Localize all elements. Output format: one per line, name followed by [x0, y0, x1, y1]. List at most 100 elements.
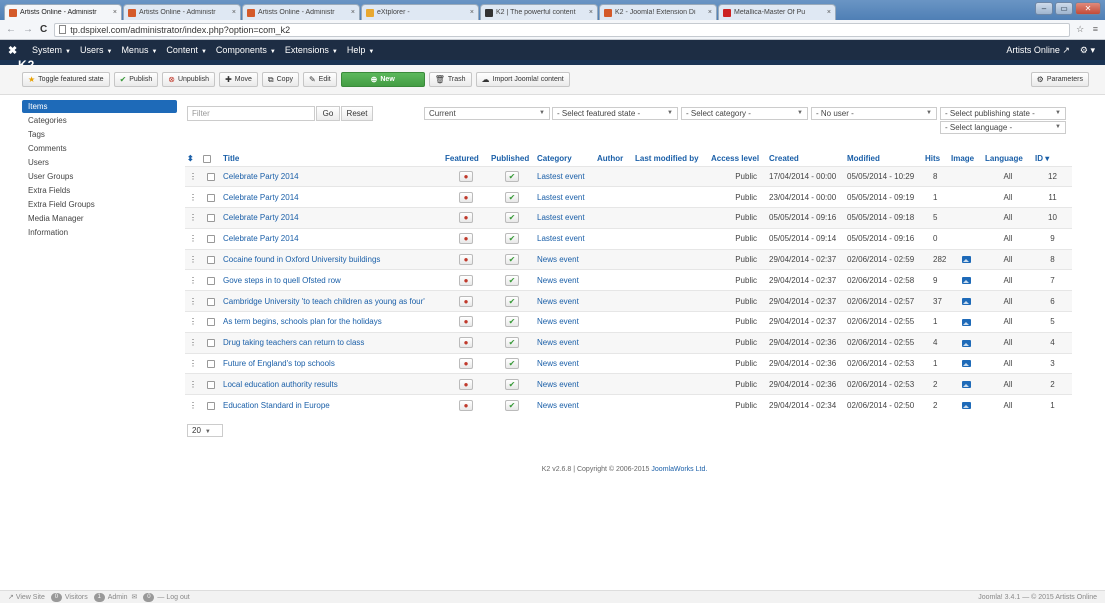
- sidebar-item-extra-field-groups[interactable]: Extra Field Groups: [22, 198, 177, 212]
- gear-icon[interactable]: ⚙ ▾: [1080, 45, 1095, 56]
- drag-handle-icon[interactable]: ⋮: [185, 186, 201, 208]
- drag-handle-icon[interactable]: ⋮: [185, 311, 201, 333]
- browser-tab[interactable]: Artists Online - Administr ×: [242, 4, 360, 20]
- published-toggle[interactable]: ✔: [489, 290, 535, 312]
- category-link[interactable]: Lastest event: [537, 172, 585, 181]
- row-checkbox[interactable]: [201, 290, 221, 312]
- go-button[interactable]: Go: [316, 106, 340, 121]
- featured-toggle[interactable]: ●: [443, 290, 489, 312]
- col-published[interactable]: Published: [489, 152, 535, 166]
- featured-toggle[interactable]: ●: [443, 248, 489, 270]
- item-title-link[interactable]: Celebrate Party 2014: [223, 234, 299, 243]
- parameters-button[interactable]: ⚙ Parameters: [1030, 72, 1089, 87]
- bookmark-star-icon[interactable]: ☆ ≡: [1076, 24, 1101, 35]
- published-toggle[interactable]: ✔: [489, 269, 535, 291]
- close-tab-icon[interactable]: ×: [470, 9, 474, 16]
- sidebar-item-tags[interactable]: Tags: [22, 128, 177, 142]
- filter-search-input[interactable]: Filter: [187, 106, 315, 121]
- category-link[interactable]: News event: [537, 317, 579, 326]
- row-checkbox[interactable]: [201, 207, 221, 229]
- publish-button[interactable]: ✔ Publish: [113, 72, 159, 87]
- move-button[interactable]: ✚ Move: [219, 72, 258, 87]
- select-all-checkbox[interactable]: [201, 152, 221, 166]
- row-checkbox[interactable]: [201, 373, 221, 395]
- admin-menu-content[interactable]: Content ▼: [166, 45, 206, 55]
- sidebar-item-categories[interactable]: Categories: [22, 114, 177, 128]
- admin-menu-extensions[interactable]: Extensions ▼: [285, 45, 338, 55]
- featured-toggle[interactable]: ●: [443, 311, 489, 333]
- col-author[interactable]: Author: [595, 152, 633, 166]
- ordering-sort-icon[interactable]: ⬍: [185, 152, 201, 166]
- featured-toggle[interactable]: ●: [443, 186, 489, 208]
- admin-menu-users[interactable]: Users ▼: [80, 45, 112, 55]
- sidebar-item-comments[interactable]: Comments: [22, 142, 177, 156]
- list-limit-select[interactable]: 20 ▼: [187, 424, 223, 437]
- close-window-button[interactable]: ✕: [1075, 2, 1101, 15]
- item-title-link[interactable]: Celebrate Party 2014: [223, 193, 299, 202]
- drag-handle-icon[interactable]: ⋮: [185, 207, 201, 229]
- item-title-link[interactable]: Education Standard in Europe: [223, 401, 330, 410]
- category-link[interactable]: News event: [537, 401, 579, 410]
- sidebar-item-items[interactable]: Items: [22, 100, 177, 113]
- sidebar-item-users[interactable]: Users: [22, 156, 177, 170]
- new-button[interactable]: ⊕ New: [340, 72, 425, 87]
- col-hits[interactable]: Hits: [923, 152, 949, 166]
- close-tab-icon[interactable]: ×: [232, 9, 236, 16]
- featured-toggle[interactable]: ●: [443, 352, 489, 374]
- col-language[interactable]: Language: [983, 152, 1033, 166]
- language-select[interactable]: - Select language - ▼: [940, 121, 1066, 134]
- featured-toggle[interactable]: ●: [443, 269, 489, 291]
- browser-tab[interactable]: Artists Online - Administr ×: [123, 4, 241, 20]
- drag-handle-icon[interactable]: ⋮: [185, 394, 201, 416]
- category-link[interactable]: Lastest event: [537, 213, 585, 222]
- trash-button[interactable]: 🗑 Trash: [428, 72, 472, 87]
- featured-toggle[interactable]: ●: [443, 227, 489, 250]
- admin-menu-menus[interactable]: Menus ▼: [121, 45, 157, 55]
- row-checkbox[interactable]: [201, 311, 221, 333]
- col-last-modified-by[interactable]: Last modified by: [633, 152, 709, 166]
- forward-icon[interactable]: →: [23, 24, 33, 35]
- category-select[interactable]: - Select category - ▼: [681, 107, 808, 120]
- drag-handle-icon[interactable]: ⋮: [185, 352, 201, 374]
- maximize-button[interactable]: ▭: [1055, 2, 1073, 15]
- trash-state-select[interactable]: Current ▼: [424, 107, 550, 120]
- unpublish-button[interactable]: ⊗ Unpublish: [162, 72, 216, 87]
- browser-tab[interactable]: Metallica-Master Of Pu ×: [718, 4, 836, 20]
- admin-menu-help[interactable]: Help ▼: [347, 45, 374, 55]
- item-title-link[interactable]: Cocaine found in Oxford University build…: [223, 255, 380, 264]
- reload-icon[interactable]: C: [40, 24, 47, 35]
- browser-tab[interactable]: eXtplorer - ×: [361, 4, 479, 20]
- edit-button[interactable]: ✎ Edit: [302, 72, 337, 87]
- row-checkbox[interactable]: [201, 227, 221, 250]
- published-toggle[interactable]: ✔: [489, 394, 535, 416]
- row-checkbox[interactable]: [201, 248, 221, 270]
- item-title-link[interactable]: Celebrate Party 2014: [223, 213, 299, 222]
- item-title-link[interactable]: Celebrate Party 2014: [223, 172, 299, 181]
- col-image[interactable]: Image: [949, 152, 983, 166]
- featured-state-select[interactable]: - Select featured state - ▼: [552, 107, 678, 120]
- published-toggle[interactable]: ✔: [489, 248, 535, 270]
- sidebar-item-information[interactable]: Information: [22, 226, 177, 240]
- published-toggle[interactable]: ✔: [489, 165, 535, 187]
- row-checkbox[interactable]: [201, 331, 221, 354]
- featured-toggle[interactable]: ●: [443, 331, 489, 354]
- item-title-link[interactable]: Gove steps in to quell Ofsted row: [223, 276, 341, 285]
- category-link[interactable]: Lastest event: [537, 193, 585, 202]
- item-title-link[interactable]: Cambridge University 'to teach children …: [223, 297, 425, 306]
- minimize-button[interactable]: –: [1035, 2, 1053, 15]
- category-link[interactable]: News event: [537, 338, 579, 347]
- featured-toggle[interactable]: ●: [443, 394, 489, 416]
- item-title-link[interactable]: Future of England's top schools: [223, 359, 335, 368]
- back-icon[interactable]: ←: [6, 24, 16, 35]
- category-link[interactable]: News event: [537, 276, 579, 285]
- row-checkbox[interactable]: [201, 186, 221, 208]
- col-title[interactable]: Title: [221, 152, 443, 166]
- col-access-level[interactable]: Access level: [709, 152, 767, 166]
- published-toggle[interactable]: ✔: [489, 311, 535, 333]
- copy-button[interactable]: ⧉ Copy: [261, 72, 299, 87]
- joomla-logo-icon[interactable]: ✖: [8, 44, 22, 57]
- sidebar-item-extra-fields[interactable]: Extra Fields: [22, 184, 177, 198]
- drag-handle-icon[interactable]: ⋮: [185, 373, 201, 395]
- item-title-link[interactable]: Drug taking teachers can return to class: [223, 338, 364, 347]
- featured-toggle[interactable]: ●: [443, 165, 489, 187]
